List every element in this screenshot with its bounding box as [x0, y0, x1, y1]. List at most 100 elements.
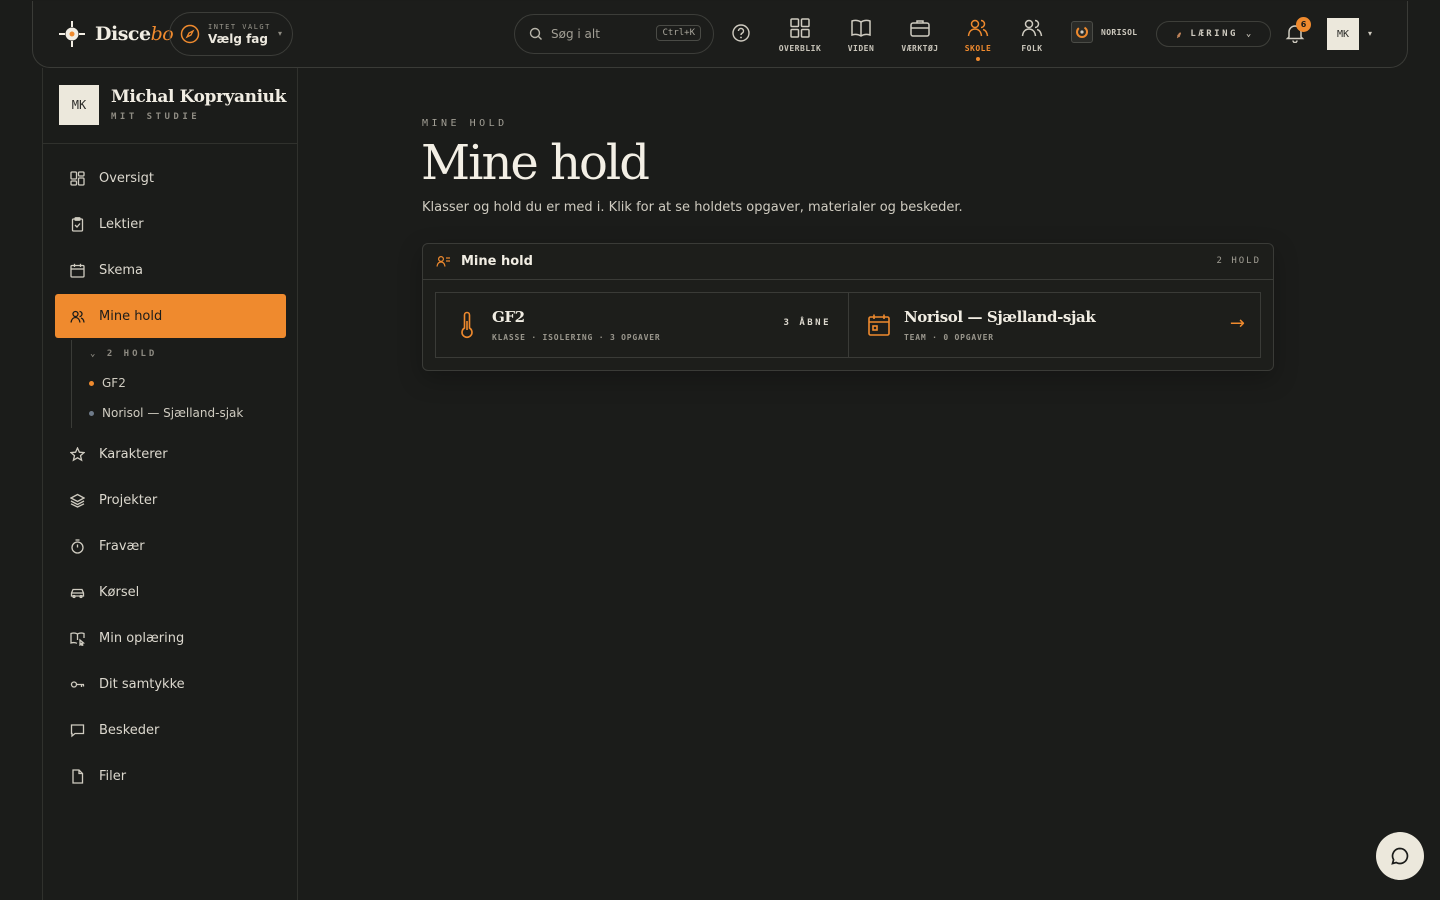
- calendar-icon: [867, 313, 891, 337]
- nav-label: OVERBLIK: [778, 44, 822, 53]
- notifications-button[interactable]: 6: [1285, 17, 1311, 43]
- subtree-item-gf2[interactable]: GF2: [89, 376, 126, 390]
- team-card-norisol[interactable]: Norisol — Sjælland-sjak TEAM · 0 OPGAVER…: [848, 292, 1261, 358]
- logo-icon: [57, 19, 87, 49]
- compass-icon: [180, 24, 200, 44]
- chevron-down-icon: ⌄: [1245, 29, 1252, 39]
- divider: [43, 143, 298, 144]
- sidebar-item-beskeder[interactable]: Beskeder: [55, 708, 286, 752]
- sidebar-item-skema[interactable]: Skema: [55, 248, 286, 292]
- org-switcher[interactable]: NORISOL: [1071, 21, 1138, 43]
- active-indicator: [976, 57, 980, 61]
- team-meta: KLASSE · ISOLERING · 3 OPGAVER: [492, 333, 661, 342]
- team-card-gf2[interactable]: GF2 KLASSE · ISOLERING · 3 OPGAVER 3 ÅBN…: [435, 292, 849, 358]
- brand-name: Discebo: [95, 23, 174, 45]
- calendar-icon: [69, 262, 85, 278]
- nav-folk[interactable]: FOLK: [1004, 17, 1060, 53]
- team-meta: TEAM · 0 OPGAVER: [904, 333, 994, 342]
- thermometer-icon: [458, 311, 476, 339]
- team-name: Norisol — Sjælland-sjak: [904, 308, 1096, 326]
- people-list-icon: [436, 254, 451, 269]
- subtree-item-label: Norisol — Sjælland-sjak: [102, 406, 244, 420]
- teams-card: Mine hold 2 HOLD GF2 KLASSE · ISOLERING …: [422, 243, 1274, 371]
- nav-vaerktoj[interactable]: VÆRKTØJ: [892, 17, 948, 53]
- sidebar-item-label: Dit samtykke: [99, 676, 185, 692]
- people-icon: [69, 308, 85, 324]
- chat-bubble-icon: [1390, 846, 1410, 866]
- sidebar: MK Michal Kopryaniuk MIT STUDIE Oversigt…: [42, 68, 298, 900]
- sidebar-item-mine-hold[interactable]: Mine hold: [55, 294, 286, 338]
- feather-icon: ⸙: [1175, 30, 1183, 41]
- profile-name: Michal Kopryaniuk: [111, 87, 287, 107]
- nav-viden[interactable]: VIDEN: [833, 17, 889, 53]
- page-title: Mine hold: [421, 135, 650, 191]
- nav-skole[interactable]: SKOLE: [950, 17, 1006, 61]
- team-subtree: ⌄ 2 HOLD GF2 Norisol — Sjælland-sjak: [71, 340, 271, 428]
- sidebar-item-lektier[interactable]: Lektier: [55, 202, 286, 246]
- open-tasks-badge: 3 ÅBNE: [783, 318, 831, 328]
- org-label: NORISOL: [1101, 27, 1138, 37]
- brand-logo[interactable]: Discebo: [57, 19, 174, 49]
- card-header: Mine hold 2 HOLD: [423, 244, 1273, 280]
- bullet-icon: [89, 380, 94, 386]
- star-icon: [69, 446, 85, 462]
- nav-overblik[interactable]: OVERBLIK: [772, 17, 828, 53]
- nav-label: FOLK: [1021, 44, 1043, 53]
- card-title: Mine hold: [461, 254, 533, 269]
- subject-label: Vælg fag: [208, 31, 268, 46]
- sidebar-item-label: Lektier: [99, 216, 144, 232]
- chevron-down-icon[interactable]: ▾: [1368, 29, 1372, 38]
- search-placeholder: Søg i alt: [551, 27, 600, 41]
- bullet-icon: [89, 410, 94, 416]
- search-shortcut: Ctrl+K: [656, 25, 701, 41]
- sidebar-item-label: Oversigt: [99, 170, 155, 186]
- sidebar-item-fravaer[interactable]: Fravær: [55, 524, 286, 568]
- sidebar-item-min-oplaering[interactable]: Min oplæring: [55, 616, 286, 660]
- sidebar-item-label: Karakterer: [99, 446, 168, 462]
- help-icon[interactable]: [731, 23, 751, 43]
- sidebar-item-label: Skema: [99, 262, 143, 278]
- book-cursor-icon: [69, 630, 85, 646]
- subtree-header[interactable]: ⌄ 2 HOLD: [90, 349, 157, 359]
- grid-icon: [789, 17, 811, 39]
- sidebar-item-korsel[interactable]: Kørsel: [55, 570, 286, 614]
- user-avatar[interactable]: MK: [1327, 18, 1359, 50]
- subtree-item-norisol[interactable]: Norisol — Sjælland-sjak: [89, 406, 243, 420]
- profile-header[interactable]: MK Michal Kopryaniuk MIT STUDIE: [59, 85, 286, 125]
- arrow-right-icon: →: [1229, 313, 1245, 334]
- profile-subtitle: MIT STUDIE: [111, 112, 201, 122]
- people-icon: [967, 17, 989, 39]
- chat-button[interactable]: [1376, 832, 1424, 880]
- subject-caption: INTET VALGT: [208, 22, 271, 31]
- nav-label: VIDEN: [847, 44, 875, 53]
- sidebar-item-dit-samtykke[interactable]: Dit samtykke: [55, 662, 286, 706]
- team-name: GF2: [492, 308, 525, 326]
- notification-badge: 6: [1296, 17, 1311, 32]
- sidebar-item-label: Projekter: [99, 492, 158, 508]
- mode-selector[interactable]: ⸙ LÆRING ⌄: [1156, 21, 1271, 47]
- top-bar: Discebo INTET VALGT Vælg fag ▾ Søg i alt…: [32, 1, 1408, 68]
- stopwatch-icon: [69, 538, 85, 554]
- dashboard-icon: [69, 170, 85, 186]
- sidebar-item-label: Beskeder: [99, 722, 160, 738]
- sidebar-item-projekter[interactable]: Projekter: [55, 478, 286, 522]
- subject-picker[interactable]: INTET VALGT Vælg fag ▾: [169, 12, 293, 56]
- sidebar-item-filer[interactable]: Filer: [55, 754, 286, 798]
- chevron-down-icon: ▾: [277, 29, 282, 38]
- card-count: 2 HOLD: [1216, 256, 1261, 266]
- nav-label: VÆRKTØJ: [901, 44, 939, 53]
- sidebar-item-oversigt[interactable]: Oversigt: [55, 156, 286, 200]
- avatar: MK: [59, 85, 99, 125]
- sidebar-item-label: Fravær: [99, 538, 145, 554]
- search-input[interactable]: Søg i alt Ctrl+K: [514, 14, 714, 54]
- subtree-item-label: GF2: [102, 376, 126, 390]
- sidebar-item-label: Filer: [99, 768, 127, 784]
- sidebar-item-label: Min oplæring: [99, 630, 185, 646]
- sidebar-item-label: Mine hold: [99, 308, 163, 324]
- message-icon: [69, 722, 85, 738]
- page-description: Klasser og hold du er med i. Klik for at…: [422, 200, 963, 215]
- car-icon: [69, 584, 85, 600]
- search-icon: [529, 27, 543, 41]
- clipboard-icon: [69, 216, 85, 232]
- sidebar-item-karakterer[interactable]: Karakterer: [55, 432, 286, 476]
